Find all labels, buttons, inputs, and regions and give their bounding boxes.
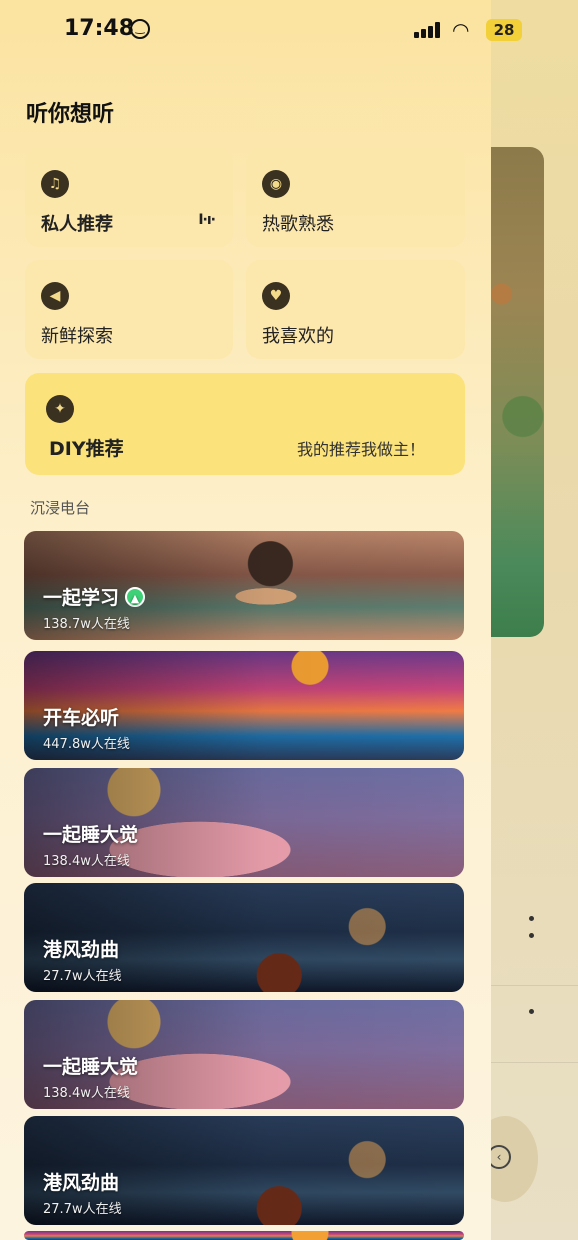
divider <box>491 1062 578 1063</box>
battery-indicator: 28 <box>486 19 522 41</box>
radio-name: 开车必听 <box>43 707 120 729</box>
radio-online-count: 27.7w人在线 <box>43 1202 122 1217</box>
cellular-signal-icon <box>414 22 442 38</box>
radio-name: 港风劲曲 <box>43 939 120 961</box>
tile-fresh-explore[interactable]: ◀ 新鲜探索 <box>25 260 233 359</box>
tile-private-recommend[interactable]: ♫ 私人推荐 I·ı· <box>25 148 233 247</box>
radio-online-count: 138.4w人在线 <box>43 1086 130 1101</box>
more-dot <box>529 1009 534 1014</box>
playing-wave-icon: I·ı· <box>198 212 216 228</box>
tile-label: 我喜欢的 <box>262 326 334 347</box>
tile-hot-songs[interactable]: ◉ 热歌熟悉 <box>246 148 465 247</box>
tile-liked[interactable]: ♥ 我喜欢的 <box>246 260 465 359</box>
sparkle-icon: ✦ <box>46 395 74 423</box>
radio-online-count: 447.8w人在线 <box>43 737 130 752</box>
background-album-art <box>491 147 544 637</box>
radio-card[interactable]: 一起睡大觉 138.4w人在线 <box>24 1000 464 1109</box>
graduation-cap-icon: ▲ <box>125 587 146 607</box>
radio-card[interactable]: 一起睡大觉 138.4w人在线 <box>24 768 464 877</box>
section-label: 沉浸电台 <box>30 499 91 517</box>
diy-slogan: 我的推荐我做主！ <box>296 440 425 459</box>
more-dot <box>529 933 534 938</box>
more-dot <box>529 916 534 921</box>
smiley-icon: ‿ <box>130 19 150 39</box>
radio-card[interactable]: 港风劲曲 27.7w人在线 <box>24 1116 464 1225</box>
radio-card[interactable]: 港风劲曲 27.7w人在线 <box>24 883 464 992</box>
wifi-icon: ◠ <box>452 18 470 42</box>
radio-name: 一起学习 ▲ <box>43 583 146 610</box>
tile-label: 热歌熟悉 <box>262 214 334 235</box>
diy-recommend-card[interactable]: ✦ DIY推荐 我的推荐我做主！ <box>25 373 465 475</box>
radio-online-count: 138.4w人在线 <box>43 854 130 869</box>
radio-card[interactable]: 一起学习 ▲ 138.7w人在线 <box>24 531 464 640</box>
radio-online-count: 27.7w人在线 <box>43 969 122 984</box>
radio-card[interactable]: 开车必听 447.8w人在线 <box>24 651 464 760</box>
radio-name: 一起睡大觉 <box>43 824 139 846</box>
record-icon: ◉ <box>262 170 290 198</box>
heart-icon: ♥ <box>262 282 290 310</box>
clock: 17:48 <box>64 16 135 41</box>
status-bar: 17:48 ‿ ◠ 28 <box>0 0 578 60</box>
music-note-icon: ♫ <box>41 170 69 198</box>
music-drawer: 听你想听 ♫ 私人推荐 I·ı· ◉ 热歌熟悉 ◀ 新鲜探索 ♥ 我喜欢的 ✦ … <box>0 0 491 1240</box>
divider <box>491 985 578 986</box>
drawer-title: 听你想听 <box>26 102 115 127</box>
tile-label: 私人推荐 <box>41 214 113 235</box>
compass-icon: ◀ <box>41 282 69 310</box>
radio-name: 一起睡大觉 <box>43 1056 139 1078</box>
radio-online-count: 138.7w人在线 <box>43 617 130 632</box>
radio-name: 港风劲曲 <box>43 1172 120 1194</box>
radio-card-partial <box>24 1231 464 1240</box>
tile-label: 新鲜探索 <box>41 326 113 347</box>
diy-label: DIY推荐 <box>49 438 124 460</box>
